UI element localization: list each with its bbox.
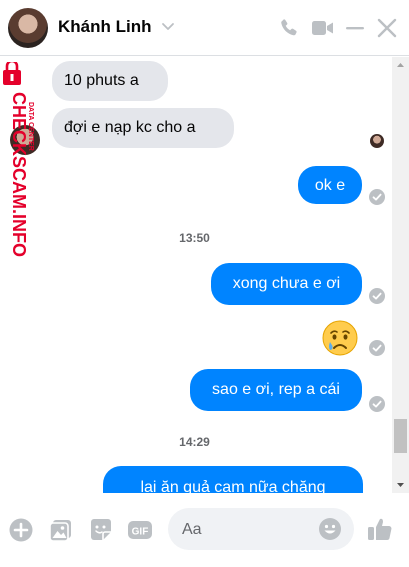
message-bubble-outgoing[interactable]: ok e (298, 166, 362, 204)
chat-header: Khánh Linh (0, 0, 409, 56)
video-camera-icon[interactable] (310, 16, 336, 40)
timestamp: 13:50 (179, 231, 210, 245)
scroll-up-arrow-icon[interactable] (396, 61, 405, 70)
thumbs-up-icon[interactable] (366, 515, 394, 543)
sent-check-icon (369, 340, 385, 356)
svg-text:GIF: GIF (132, 527, 149, 538)
message-bubble-incoming[interactable]: đợi e nạp kc cho a (52, 108, 234, 148)
message-bubble-outgoing[interactable]: xong chưa e ơi (211, 263, 362, 305)
scroll-down-arrow-icon[interactable] (396, 480, 405, 489)
scrollbar-thumb[interactable] (394, 419, 407, 453)
watermark-subtitle: DATA CENTER (27, 102, 34, 151)
watermark-brand: CHECKSCAM.INFO (9, 92, 29, 257)
plus-circle-icon[interactable] (8, 517, 34, 543)
phone-icon[interactable] (277, 16, 301, 40)
scrollbar[interactable] (392, 57, 409, 493)
contact-name[interactable]: Khánh Linh (58, 17, 151, 37)
contact-avatar[interactable] (8, 8, 48, 48)
sent-check-icon (369, 288, 385, 304)
image-icon[interactable] (48, 517, 74, 543)
message-bubble-outgoing[interactable]: sao e ơi, rep a cái (190, 369, 362, 411)
checkscam-watermark: CHECKSCAM.INFO DATA CENTER (3, 62, 34, 257)
close-icon[interactable] (375, 16, 399, 40)
message-bubble-outgoing[interactable]: lại ăn quả cam nữa chăng (103, 466, 363, 493)
sad-emoji-icon[interactable]: 😢 (322, 320, 358, 356)
emoji-icon[interactable] (318, 517, 342, 541)
gif-icon[interactable]: GIF (127, 517, 153, 543)
seen-avatar (370, 134, 384, 148)
message-thread[interactable]: 10 phuts a đợi e nạp kc cho a ok e 13:50… (0, 57, 409, 493)
timestamp: 14:29 (179, 435, 210, 449)
minimize-icon[interactable] (343, 16, 367, 40)
sent-check-icon (369, 189, 385, 205)
sent-check-icon (369, 396, 385, 412)
message-bubble-incoming[interactable]: 10 phuts a (52, 61, 168, 101)
message-composer[interactable] (168, 508, 354, 550)
chevron-down-icon[interactable] (160, 18, 176, 34)
sticker-icon[interactable] (88, 517, 114, 543)
message-input[interactable] (180, 518, 314, 542)
